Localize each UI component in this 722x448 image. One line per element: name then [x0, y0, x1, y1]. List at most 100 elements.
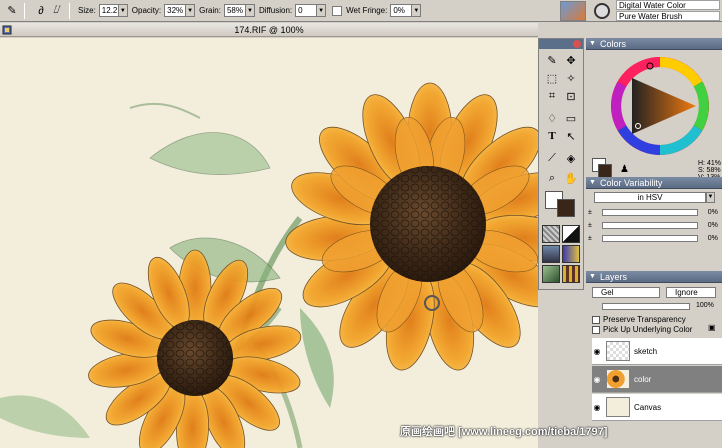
variability-slider[interactable]	[601, 221, 698, 229]
brush-selector: Digital Water Color Pure Water Brush	[556, 0, 722, 22]
variability-value: 0%	[707, 221, 718, 229]
brush-names: Digital Water Color Pure Water Brush	[616, 0, 720, 22]
preserve-transparency-label: Preserve Transparency	[603, 315, 686, 324]
rect-select-icon[interactable]: ⬚	[543, 69, 561, 87]
wet-fringe-label: Wet Fringe:	[346, 6, 388, 15]
variability-row-label: ±	[588, 208, 592, 216]
checkbox[interactable]	[592, 316, 600, 324]
selector-icon[interactable]: ↖	[562, 127, 580, 145]
colors-panel: ♟ H: 41% S: 58% V: 13%	[586, 50, 722, 181]
size-field[interactable]: 12.2	[98, 4, 119, 17]
layer-name: sketch	[634, 346, 658, 356]
layers-panel-header[interactable]: Layers	[586, 271, 722, 283]
variability-slider[interactable]	[601, 234, 698, 242]
nozzle-selector-icon[interactable]	[542, 245, 560, 263]
wet-fringe-checkbox[interactable]	[332, 5, 343, 16]
main-color-swatch[interactable]	[557, 199, 575, 217]
paper-selector-icon[interactable]	[542, 225, 560, 243]
variability-row-hue[interactable]: ± 0%	[588, 207, 720, 217]
opacity-label: Opacity:	[131, 6, 162, 15]
grain-field[interactable]: 58%	[223, 4, 246, 17]
variability-mode-select[interactable]: in HSV	[594, 192, 706, 203]
composite-method-value: Gel	[601, 288, 614, 297]
layer-opacity-value: 100%	[696, 302, 714, 309]
brush-category-select[interactable]: Digital Water Color	[616, 0, 720, 10]
text-icon[interactable]: T	[543, 127, 561, 145]
opacity-field[interactable]: 32%	[164, 4, 187, 17]
separator	[24, 2, 25, 19]
right-panel: Colors ♟ H: 41% S: 58% V: 13% Color Var	[586, 38, 722, 448]
toolbox-header	[539, 39, 583, 49]
brush-tool-icon[interactable]: ✎	[4, 3, 20, 19]
drawing-canvas[interactable]	[0, 38, 538, 448]
bucket-icon[interactable]: ◈	[562, 149, 580, 167]
lock-icon[interactable]: ▣	[708, 323, 716, 332]
pen-icon[interactable]: ♢	[543, 109, 561, 127]
eye-icon[interactable]: ◉	[592, 403, 602, 412]
crop-icon[interactable]: ⌗	[543, 87, 561, 105]
layer-thumbnail	[606, 341, 630, 361]
grabber-icon[interactable]: ✋	[562, 169, 580, 187]
opacity-dropdown[interactable]: ▼	[186, 4, 196, 17]
variability-row-saturation[interactable]: ± 0%	[588, 220, 720, 230]
layer-row-color[interactable]: ◉ color	[592, 366, 722, 393]
grain-dropdown[interactable]: ▼	[245, 4, 255, 17]
rectangle-icon[interactable]: ▭	[562, 109, 580, 127]
document-icon	[2, 25, 12, 35]
wet-fringe-dropdown[interactable]: ▼	[412, 4, 422, 17]
brush-icon[interactable]: ✎	[543, 51, 561, 69]
pattern-selector-icon[interactable]	[562, 225, 580, 243]
brush-variant-select[interactable]: Pure Water Brush	[616, 11, 720, 21]
color-wheel[interactable]	[610, 56, 710, 156]
big-sunflower	[285, 82, 538, 371]
magic-wand-icon[interactable]: ✧	[562, 69, 580, 87]
variability-row-label: ±	[588, 234, 592, 242]
watermark: 原画绘画吧 [www.lineeg.com/tieba/1797]	[400, 426, 608, 438]
layer-row-canvas[interactable]: ◉ Canvas	[592, 394, 722, 421]
toolbox: ✎ ✥ ⬚ ✧ ⌗ ⊡ ♢ ▭ T ↖ ⟋ ◈ ⌕ ✋	[538, 38, 584, 290]
diffusion-label: Diffusion:	[258, 6, 293, 15]
layer-name: Canvas	[634, 402, 662, 412]
chevron-down-icon[interactable]: ▼	[706, 192, 715, 203]
main-color-chip[interactable]	[598, 164, 612, 178]
layer-opacity-slider[interactable]	[602, 303, 690, 310]
hue-readout: H: 41%	[698, 160, 721, 167]
checkbox[interactable]	[592, 326, 600, 334]
color-variability-panel: in HSV ▼ ± 0% ± 0% ± 0%	[586, 189, 722, 269]
close-icon[interactable]	[573, 40, 581, 48]
eye-icon[interactable]: ◉	[592, 375, 602, 384]
dropper-icon[interactable]: ⟋	[543, 149, 561, 167]
wet-fringe-field[interactable]: 0%	[390, 4, 413, 17]
gradient-selector-icon[interactable]	[562, 245, 580, 263]
saturation-readout: S: 58%	[698, 167, 721, 174]
color-variability-header[interactable]: Color Variability	[586, 177, 722, 189]
dropper-small-icon[interactable]: ♟	[620, 164, 629, 175]
size-dropdown[interactable]: ▼	[118, 4, 128, 17]
brush-category-icon[interactable]	[560, 1, 586, 21]
separator	[69, 2, 70, 19]
straight-line-stroke-icon[interactable]: ⌰	[49, 3, 65, 19]
layer-row-sketch[interactable]: ◉ sketch	[592, 338, 722, 365]
transform-icon[interactable]: ⊡	[562, 87, 580, 105]
layer-name: color	[634, 374, 652, 384]
brush-dab-icon[interactable]	[594, 3, 610, 19]
variability-row-label: ±	[588, 221, 592, 229]
variability-value: 0%	[707, 234, 718, 242]
variability-row-value[interactable]: ± 0%	[588, 233, 720, 243]
composite-depth-select[interactable]: Ignore	[666, 287, 716, 298]
colors-panel-header[interactable]: Colors	[586, 38, 722, 50]
weave-selector-icon[interactable]	[562, 265, 580, 283]
diffusion-field[interactable]: 0	[295, 4, 318, 17]
diffusion-dropdown[interactable]: ▼	[317, 4, 327, 17]
magnifier-icon[interactable]: ⌕	[543, 169, 561, 187]
pick-up-underlying-label: Pick Up Underlying Color	[603, 325, 693, 334]
composite-depth-value: Ignore	[675, 288, 698, 297]
sunflower-painting	[0, 82, 538, 448]
look-selector-icon[interactable]	[542, 265, 560, 283]
variability-value: 0%	[707, 208, 718, 216]
composite-method-select[interactable]: Gel	[592, 287, 660, 298]
variability-slider[interactable]	[601, 208, 698, 216]
eye-icon[interactable]: ◉	[592, 347, 602, 356]
freehand-stroke-icon[interactable]: ∂	[33, 3, 49, 19]
move-icon[interactable]: ✥	[562, 51, 580, 69]
